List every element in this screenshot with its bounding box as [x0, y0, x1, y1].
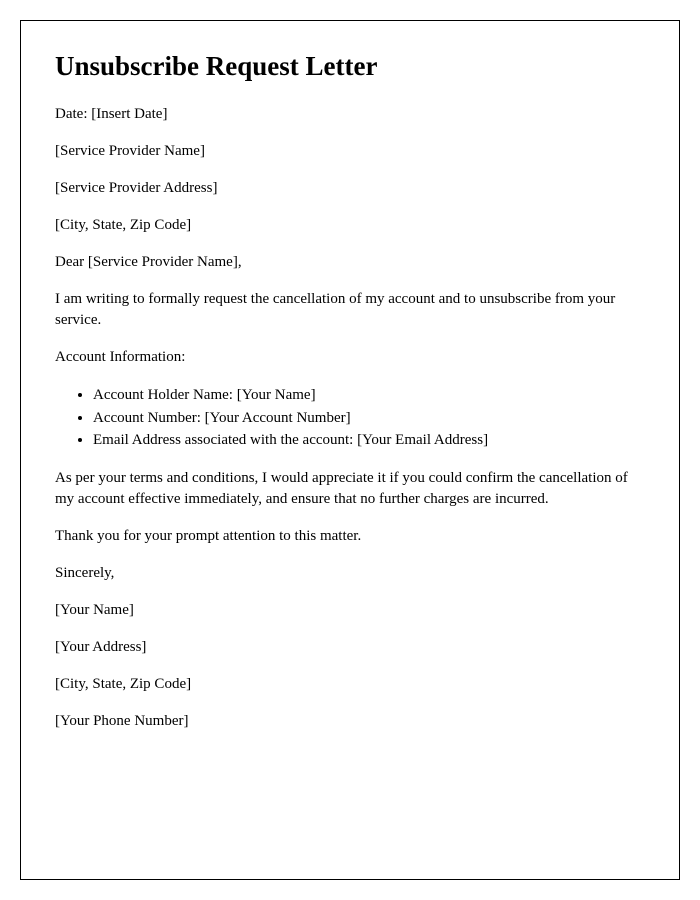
document-frame: Unsubscribe Request Letter Date: [Insert… — [20, 20, 680, 880]
thanks-line: Thank you for your prompt attention to t… — [55, 526, 645, 547]
terms-paragraph: As per your terms and conditions, I woul… — [55, 468, 645, 510]
date-line: Date: [Insert Date] — [55, 104, 645, 125]
provider-address-line: [Service Provider Address] — [55, 178, 645, 199]
salutation-line: Dear [Service Provider Name], — [55, 252, 645, 273]
account-info-label: Account Information: — [55, 347, 645, 368]
account-info-list: Account Holder Name: [Your Name] Account… — [93, 384, 645, 452]
document-title: Unsubscribe Request Letter — [55, 51, 645, 82]
your-city-line: [City, State, Zip Code] — [55, 674, 645, 695]
your-name-line: [Your Name] — [55, 600, 645, 621]
provider-city-line: [City, State, Zip Code] — [55, 215, 645, 236]
your-address-line: [Your Address] — [55, 637, 645, 658]
list-item: Email Address associated with the accoun… — [93, 429, 645, 452]
list-item: Account Number: [Your Account Number] — [93, 407, 645, 430]
intro-paragraph: I am writing to formally request the can… — [55, 289, 645, 331]
closing-line: Sincerely, — [55, 563, 645, 584]
your-phone-line: [Your Phone Number] — [55, 711, 645, 732]
provider-name-line: [Service Provider Name] — [55, 141, 645, 162]
list-item: Account Holder Name: [Your Name] — [93, 384, 645, 407]
